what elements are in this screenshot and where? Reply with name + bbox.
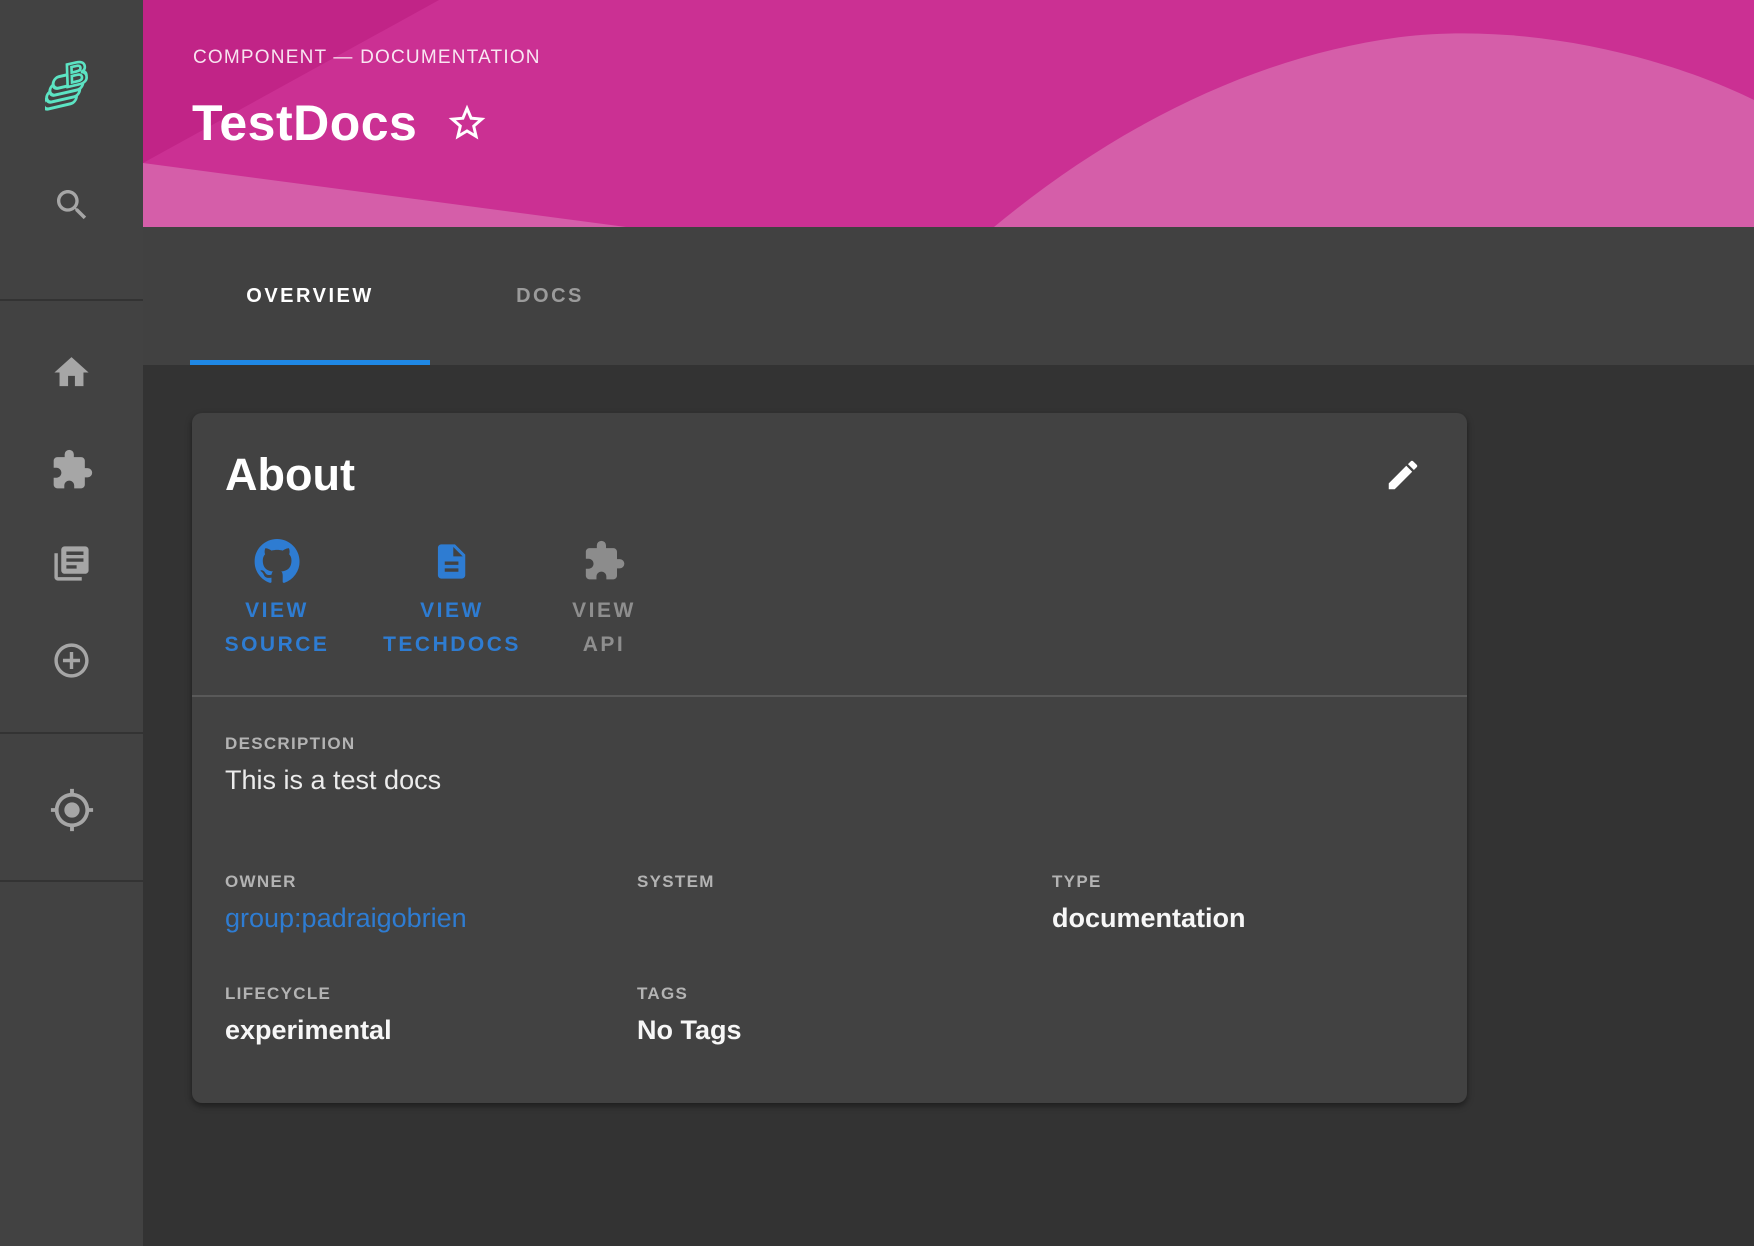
field-type: TYPE documentation [1052, 871, 1246, 935]
field-lifecycle-value: experimental [225, 1013, 392, 1047]
field-system-label: SYSTEM [637, 871, 715, 892]
field-lifecycle: LIFECYCLE experimental [225, 983, 392, 1047]
view-source-action[interactable]: VIEW SOURCE [225, 538, 330, 662]
sidebar: B [0, 0, 143, 1246]
tab-docs[interactable]: DOCS [430, 227, 670, 365]
entity-tabs: OVERVIEW DOCS [143, 227, 1754, 365]
techdocs-file-icon [432, 538, 473, 584]
owner-link[interactable]: group:padraigobrien [225, 901, 467, 935]
field-system: SYSTEM [637, 871, 715, 901]
view-api-action: VIEW API [572, 538, 636, 662]
field-description-label: DESCRIPTION [225, 733, 441, 754]
add-circle-icon [51, 640, 92, 681]
field-description: DESCRIPTION This is a test docs [225, 733, 441, 797]
sidebar-item-home[interactable] [0, 352, 143, 392]
api-puzzle-icon [582, 538, 626, 584]
view-techdocs-action[interactable]: VIEW TECHDOCS [383, 538, 521, 662]
puzzle-extension-icon [50, 448, 94, 492]
view-api-label-line2: API [583, 628, 626, 662]
field-type-label: TYPE [1052, 871, 1246, 892]
favorite-button[interactable] [443, 99, 491, 147]
sidebar-divider [0, 732, 143, 734]
field-description-value: This is a test docs [225, 763, 441, 797]
sidebar-item-plugins[interactable] [0, 448, 143, 492]
field-type-value: documentation [1052, 901, 1246, 935]
github-icon [254, 538, 299, 584]
view-techdocs-label-line2: TECHDOCS [383, 628, 521, 662]
view-api-label-line1: VIEW [572, 594, 636, 628]
active-tab-indicator [190, 360, 430, 365]
entity-kind-breadcrumb: COMPONENT — DOCUMENTATION [193, 46, 541, 70]
star-outline-icon [445, 101, 489, 145]
card-divider [192, 695, 1467, 697]
library-books-icon [51, 543, 92, 584]
home-icon [51, 352, 92, 393]
view-source-label-line1: VIEW [245, 594, 309, 628]
sidebar-item-create[interactable] [0, 640, 143, 680]
sidebar-divider [0, 299, 143, 301]
field-tags: TAGS No Tags [637, 983, 742, 1047]
backstage-logo-icon[interactable]: B [0, 53, 143, 113]
backstage-logo-icon: B [45, 52, 99, 114]
view-techdocs-label-line1: VIEW [420, 594, 484, 628]
view-source-label-line2: SOURCE [225, 628, 330, 662]
entity-header: COMPONENT — DOCUMENTATION TestDocs [143, 0, 1754, 227]
field-owner-label: OWNER [225, 871, 467, 892]
about-card-title: About [225, 449, 355, 501]
pencil-edit-icon [1384, 456, 1422, 494]
page: B [0, 0, 1754, 1246]
field-lifecycle-label: LIFECYCLE [225, 983, 392, 1004]
search-button[interactable] [0, 185, 143, 225]
sidebar-divider [0, 880, 143, 882]
search-icon [52, 185, 92, 225]
sidebar-item-settings[interactable] [0, 787, 143, 833]
field-owner: OWNER group:padraigobrien [225, 871, 467, 935]
edit-metadata-button[interactable] [1379, 451, 1427, 499]
field-tags-label: TAGS [637, 983, 742, 1004]
page-title: TestDocs [192, 94, 417, 152]
my-location-icon [49, 787, 95, 833]
about-card: About VIEW SOURCE VIEW TECHDO [192, 413, 1467, 1103]
tab-overview[interactable]: OVERVIEW [190, 227, 430, 365]
field-tags-value: No Tags [637, 1013, 742, 1047]
sidebar-item-docs[interactable] [0, 543, 143, 583]
